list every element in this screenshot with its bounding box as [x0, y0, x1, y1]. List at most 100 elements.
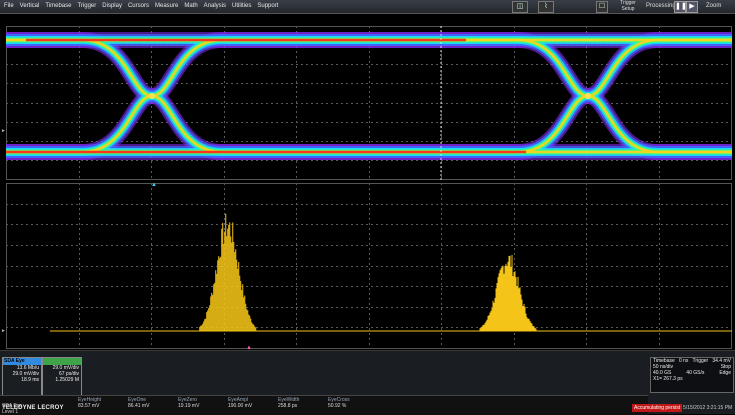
histogram-bin: [493, 302, 495, 331]
histogram-bin: [517, 276, 519, 331]
trace-descriptor-hist[interactable]: 29.0 mV/div 67 ps/div 1.25029 M: [42, 357, 82, 397]
menu-item-display[interactable]: Display: [101, 1, 123, 12]
measurement-eyeheight[interactable]: EyeHeight 83.57 mV: [78, 397, 101, 409]
histogram-bin: [249, 315, 251, 331]
menu-item-utilities[interactable]: Utilities: [231, 1, 252, 12]
histogram-bin: [513, 272, 515, 331]
histogram-bin: [519, 287, 521, 331]
eye-diagram-grid: [6, 26, 732, 180]
histogram-bin: [245, 303, 247, 331]
timebase-value: 0 ns: [678, 358, 689, 364]
histogram-bin: [487, 315, 489, 331]
play-button[interactable]: ▶: [686, 1, 698, 13]
histogram-bin: [239, 275, 241, 331]
histogram-bin: [520, 294, 522, 331]
histogram-bin: [488, 315, 490, 331]
menu-item-cursors[interactable]: Cursors: [127, 1, 150, 12]
histogram-bin: [210, 296, 212, 331]
histogram-bin: [483, 324, 485, 331]
eye-diagram-icon[interactable]: ◫: [512, 1, 528, 13]
measurement-eyeampl[interactable]: EyeAmpl 190.00 mV: [228, 397, 252, 409]
histogram-bin: [521, 299, 523, 331]
histogram-bin: [203, 321, 205, 331]
histogram-bin: [233, 241, 235, 331]
histogram-bin: [514, 271, 516, 331]
measurement-eyezero[interactable]: EyeZero 19.19 mV: [178, 397, 199, 409]
histogram-bin: [529, 320, 531, 331]
measurement-value: 50.92 %: [328, 403, 347, 409]
histogram-bin: [499, 270, 501, 331]
histogram-bin: [509, 255, 511, 331]
pause-button[interactable]: ❚❚: [674, 1, 687, 13]
histogram-bin: [530, 322, 532, 331]
trigger-label: Trigger: [692, 358, 709, 364]
histogram-grid-lines: [6, 183, 732, 349]
histogram-bin: [244, 295, 246, 331]
histogram-bin: [498, 273, 500, 331]
histogram-bin: [500, 268, 502, 331]
histogram-bin: [250, 318, 252, 331]
measurement-eyeone[interactable]: EyeOne 86.41 mV: [128, 397, 149, 409]
histogram-bin: [522, 305, 524, 331]
histogram-bin: [534, 327, 536, 331]
histogram-bin: [535, 328, 537, 331]
menu-item-math[interactable]: Math: [183, 1, 198, 12]
histogram-bin: [243, 297, 245, 331]
menu-item-timebase[interactable]: Timebase: [44, 1, 72, 12]
status-badge: Accumulating persist: [632, 404, 683, 412]
histogram-bin: [238, 262, 240, 331]
histogram-bin: [217, 260, 219, 331]
histogram-bin: [510, 267, 512, 331]
delay-marker: ▲: [246, 345, 252, 349]
setup-label: Setup: [621, 6, 635, 12]
menu-item-analysis[interactable]: Analysis: [203, 1, 227, 12]
trace-header: SDA Eye: [3, 358, 41, 365]
histogram-bin: [526, 317, 528, 331]
measurement-eyecross[interactable]: EyeCross 50.92 %: [328, 397, 350, 409]
histogram-bin: [199, 326, 201, 331]
measurement-value: 190.00 mV: [228, 403, 253, 409]
measurement-table: SDA Eye Level 1 EyeHeight 83.57 mV EyeOne 8…: [0, 395, 648, 415]
histogram-bin: [516, 286, 518, 331]
menu-item-trigger[interactable]: Trigger: [76, 1, 97, 12]
histogram-bin: [485, 321, 487, 331]
histogram-bin: [222, 222, 224, 331]
menu-item-measure[interactable]: Measure: [154, 1, 179, 12]
touch-icon[interactable]: ☐: [596, 1, 608, 13]
timebase-panel[interactable]: Timebase 0 ns Trigger 34.4 mV 50 ns/div …: [650, 357, 734, 393]
histogram-bin: [225, 213, 227, 331]
menu-item-vertical[interactable]: Vertical: [19, 1, 41, 12]
measurement-eyewidth[interactable]: EyeWidth 258.8 ps: [278, 397, 299, 409]
waveform-icon[interactable]: ⌇: [538, 1, 554, 13]
histogram-bin: [228, 224, 230, 331]
eye-crossing: [149, 93, 155, 99]
histogram-bin: [502, 265, 504, 331]
menu-items: File Vertical Timebase Trigger Display Cursor…: [3, 1, 279, 12]
histogram-bin: [229, 222, 231, 331]
histogram-bin: [253, 324, 255, 331]
zoom-button[interactable]: Zoom: [706, 3, 721, 9]
histogram-bin: [528, 318, 530, 331]
histogram-bin: [515, 277, 517, 331]
histogram-bin: [482, 324, 484, 331]
histogram-bin: [221, 228, 223, 331]
histogram-bin: [506, 265, 508, 331]
histogram-bin: [523, 304, 525, 331]
histogram-bin: [235, 249, 237, 331]
histogram-bin: [486, 319, 488, 331]
histogram-bin: [531, 323, 533, 331]
histogram-bin: [248, 314, 250, 331]
trace-descriptor-eye[interactable]: SDA Eye 13.6 Mb/u 29.0 mV/div 18.9 ms: [2, 357, 42, 397]
trace-header: [43, 358, 81, 365]
histogram-bin: [508, 255, 510, 331]
menu-item-support[interactable]: Support: [256, 1, 279, 12]
trace-value: 18.9 ms: [21, 377, 39, 383]
menu-item-file[interactable]: File: [3, 1, 15, 12]
histogram-bin: [219, 258, 221, 331]
histogram-bin: [240, 281, 242, 331]
measurement-value: 83.57 mV: [78, 403, 100, 409]
trigger-type: Edge: [719, 370, 731, 376]
trigger-marker: ▲: [151, 183, 157, 188]
trigger-setup-button[interactable]: Trigger Setup: [617, 0, 639, 12]
histogram-bin: [495, 288, 497, 331]
